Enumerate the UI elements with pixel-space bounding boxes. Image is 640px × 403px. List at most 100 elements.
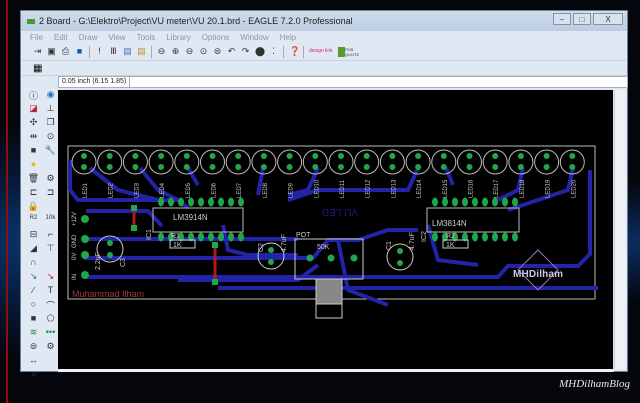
logo: MHDilham [513,249,563,291]
watermark: MHDilhamBlog [559,378,630,390]
move-icon[interactable]: ✣ [26,117,41,130]
close-button[interactable]: X [593,13,623,25]
grid-icon[interactable]: ▦ [33,63,42,74]
mirrored-bottom-text: VU LED [322,206,358,217]
horizontal-scrollbar[interactable] [58,369,614,372]
zoom-fit-icon[interactable]: ⊖ [157,47,166,56]
rect-icon[interactable]: ■ [26,313,41,326]
open-icon[interactable]: ⇥ [33,47,42,56]
add-icon[interactable]: ⚙ [43,173,58,186]
arc-icon[interactable]: ⌒ [43,299,58,312]
replace-icon[interactable]: ⊏ [26,187,41,200]
rotate-icon[interactable]: ⊙ [43,131,58,144]
menu-help[interactable]: Help [280,33,296,42]
mark-icon[interactable]: ⊥ [43,103,58,116]
ic-pad [472,232,478,242]
led-label: LED14 [417,179,423,198]
redraw-icon[interactable]: ⊙ [199,47,208,56]
circle-icon[interactable]: ○ [26,299,41,312]
board-canvas[interactable]: LED1 LED2 LED3 LED4 LED5 LED6 LED7 LED8 LED9 LED1… [58,90,613,369]
ic-pad [432,197,438,207]
route-icon[interactable]: ↘ [26,271,41,284]
copy-icon[interactable]: ❐ [43,117,58,130]
zoom-select-icon[interactable]: ⊜ [213,47,222,56]
ic-pad [452,197,458,207]
wire-icon[interactable]: ∕ [26,285,41,298]
layer-icon[interactable]: ◪ [26,103,41,116]
paste-icon[interactable]: ● [26,159,41,172]
miter-icon[interactable]: ⌐ [43,229,58,242]
via-icon[interactable]: ≋ [26,327,41,340]
ic-pad [158,232,164,242]
redo-icon[interactable]: ↷ [241,47,250,56]
show-icon[interactable]: ◉ [43,89,58,102]
help-icon[interactable]: ❓ [289,47,300,56]
pot-value: 50K [317,244,330,251]
mirror-icon[interactable]: ⇹ [26,131,41,144]
menu-options[interactable]: Options [202,33,230,42]
delete-icon[interactable]: 🗑 [26,173,41,186]
ic-pad [168,197,174,207]
menu-file[interactable]: File [30,33,43,42]
more-icon[interactable]: » [26,369,41,382]
ripup-icon[interactable]: ↘ [43,271,58,284]
menu-tools[interactable]: Tools [137,33,156,42]
pin-label-12v: +12V [72,212,78,226]
info-icon[interactable]: ⓘ [26,89,41,102]
menu-library[interactable]: Library [166,33,190,42]
design-link-button[interactable]: design link [309,49,333,54]
script-icon[interactable]: ! [95,47,104,56]
c2-name: C2 [258,243,265,252]
undo-icon[interactable]: ↶ [227,47,236,56]
menu-view[interactable]: View [108,33,125,42]
led: LED8 [251,149,277,198]
zoom-out-icon[interactable]: ⊖ [185,47,194,56]
led-label: LED3 [134,182,140,198]
split-icon[interactable]: ◢ [26,243,41,256]
ic-pad [238,197,244,207]
menu-draw[interactable]: Draw [79,33,98,42]
led-label: LED9 [289,182,295,198]
stop-icon[interactable]: ⬤ [255,47,265,56]
signal-icon[interactable]: ••• [43,327,58,340]
schematic-icon[interactable]: ▤ [123,47,132,56]
led-label: LED11 [340,179,346,198]
background-decoration [6,0,8,403]
led-label: LED13 [391,179,397,198]
hole-icon[interactable]: ⊜ [26,341,41,354]
led-label: LED5 [186,182,192,198]
cam-icon[interactable]: ■ [75,47,84,56]
ic-pad [228,232,234,242]
minimize-button[interactable]: – [553,13,571,25]
meander-icon[interactable]: ∩ [26,257,41,270]
maximize-button[interactable]: □ [573,13,591,25]
optimize-icon[interactable]: ⊤ [43,243,58,256]
vertical-scrollbar[interactable] [614,90,626,369]
value-icon[interactable]: 10k [43,215,58,228]
save-icon[interactable]: ▣ [47,47,56,56]
lock-icon[interactable]: ⊐ [43,187,58,200]
connector-pads [81,215,89,279]
attribute-icon[interactable]: ⚙ [43,341,58,354]
board-icon[interactable]: ▤ [137,47,146,56]
pin-label-gnd: GND [72,234,78,248]
pcb-quote-button[interactable]: PCB QUOTE [338,46,360,57]
dimension-icon[interactable]: ↔ [26,355,41,368]
group-icon[interactable]: ■ [26,145,41,158]
smash-icon[interactable]: ⊟ [26,229,41,242]
menu-edit[interactable]: Edit [54,33,68,42]
ic-pad [462,197,468,207]
go-icon[interactable]: ⁚ [269,47,278,56]
zoom-in-icon[interactable]: ⊕ [171,47,180,56]
text-icon[interactable]: T [43,285,58,298]
polygon-icon[interactable]: ⬠ [43,313,58,326]
command-line[interactable]: 0.05 inch (6.15 1.85) [58,76,628,88]
ulp-icon[interactable]: Ⅲ [109,47,118,56]
c3-name: C3 [120,258,127,267]
print-icon[interactable]: ⎙ [61,47,70,56]
toolbar-divider [151,45,152,58]
name-icon[interactable]: R2 [26,215,41,228]
padlock-icon[interactable]: 🔒 [26,201,41,214]
change-icon[interactable]: 🔧 [43,145,58,158]
menu-window[interactable]: Window [240,33,268,42]
